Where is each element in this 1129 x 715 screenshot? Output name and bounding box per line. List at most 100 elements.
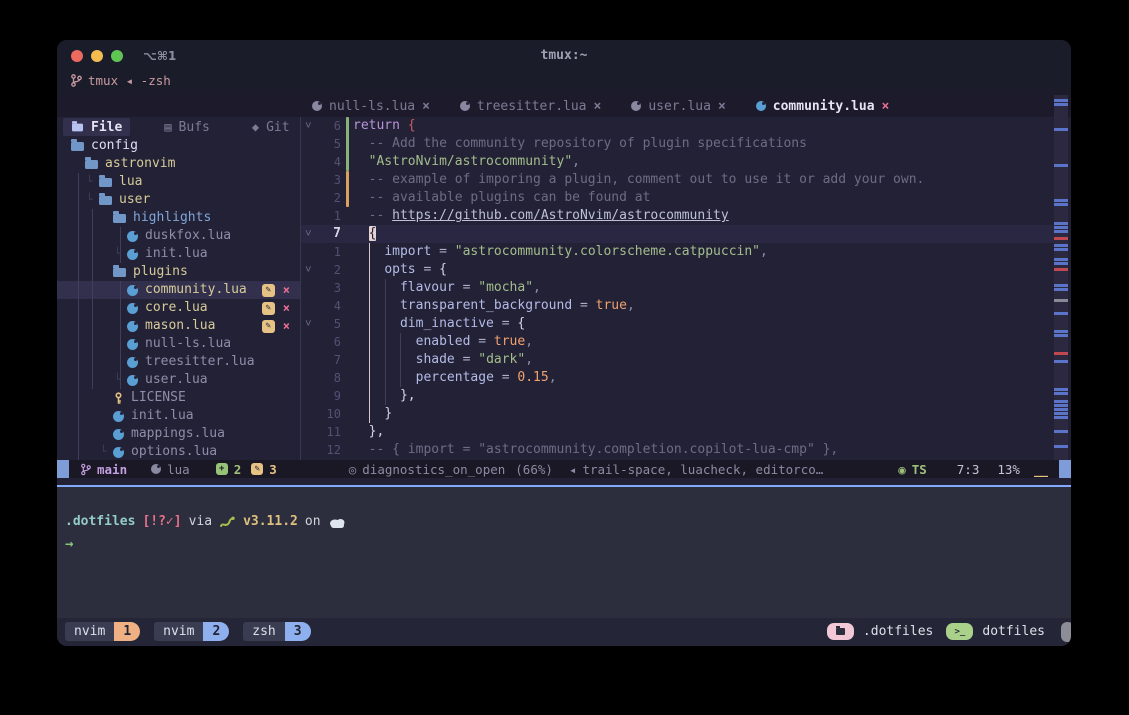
code-line[interactable]: 11 }, (301, 423, 1054, 441)
cursor-position: 7:3 (957, 462, 980, 477)
code-line[interactable]: ˅7 { (301, 225, 1054, 243)
shell-pane[interactable]: .dotfiles [!?✓] via v3.11.2 on → (57, 487, 1071, 618)
neotree-sidebar[interactable]: File ▤Bufs ◆Git configastronvim└lua└userhi… (57, 117, 301, 460)
diagnostics-widget: ◎ diagnostics_on_open (66%) (349, 462, 553, 477)
mode-indicator-left (57, 460, 69, 478)
code-line[interactable]: ˅2 opts = { (301, 261, 1054, 279)
tree-item-options.lua[interactable]: └options.lua (57, 443, 300, 461)
tree-item-core.lua[interactable]: core.lua✎× (57, 299, 300, 317)
code-text: { (353, 225, 376, 243)
tmux-window-nvim-2[interactable]: nvim2 (154, 622, 229, 641)
tmux-window-zsh-3[interactable]: zsh3 (243, 622, 310, 641)
tree-item-duskfox.lua[interactable]: duskfox.lua (57, 227, 300, 245)
tree-item-label: user.lua (145, 371, 208, 389)
close-buffer-icon[interactable]: × (882, 99, 890, 114)
tree-item-highlights[interactable]: highlights (57, 209, 300, 227)
code-line[interactable]: 12 -- { import = "astrocommunity.complet… (301, 441, 1054, 459)
lua-icon (127, 357, 138, 368)
close-buffer-icon[interactable]: × (594, 99, 602, 114)
buffer-tab-treesitter.lua[interactable]: treesitter.lua× (460, 99, 601, 114)
line-number: 12 (301, 441, 341, 459)
line-number: 1 (301, 243, 341, 261)
code-line[interactable]: 5 -- Add the community repository of plu… (301, 135, 1054, 153)
buffer-tab-null-ls.lua[interactable]: null-ls.lua× (312, 99, 430, 114)
tree-item-null-ls.lua[interactable]: null-ls.lua (57, 335, 300, 353)
code-text: -- { import = "astrocommunity.completion… (353, 441, 838, 459)
code-token: return (353, 118, 408, 133)
code-line[interactable]: 4 "AstroNvim/astrocommunity", (301, 153, 1054, 171)
tree-item-mappings.lua[interactable]: mappings.lua (57, 425, 300, 443)
mode-indicator-right (1059, 460, 1071, 478)
tree-item-label: lua (119, 173, 142, 191)
tree-item-LICENSE[interactable]: LICENSE (57, 389, 300, 407)
close-buffer-icon[interactable]: × (718, 99, 726, 114)
tree-item-lua[interactable]: └lua (57, 173, 300, 191)
code-line[interactable]: 6 enabled = true, (301, 333, 1054, 351)
buffer-tab-user.lua[interactable]: user.lua× (631, 99, 725, 114)
close-buffer-icon[interactable]: × (422, 99, 430, 114)
minimap-mark-blue (1054, 248, 1068, 251)
code-text: -- available plugins can be found at (353, 189, 650, 207)
lua-icon (127, 231, 138, 242)
minimap-mark-blue (1054, 222, 1068, 225)
tree-item-user.lua[interactable]: └user.lua (57, 371, 300, 389)
tree-item-label: plugins (133, 263, 188, 281)
code-line[interactable]: 10 } (301, 405, 1054, 423)
code-text: -- example of imporing a plugin, comment… (353, 171, 924, 189)
tree-item-astronvim[interactable]: astronvim (57, 155, 300, 173)
neotree-tab-git[interactable]: ◆Git (244, 118, 298, 136)
tree-item-init.lua[interactable]: init.lua (57, 407, 300, 425)
cloud-icon (328, 516, 347, 528)
scrollbar-minimap[interactable] (1054, 95, 1068, 460)
neotree-tab-bufs[interactable]: ▤Bufs (156, 118, 218, 136)
filetype-widget: lua (151, 462, 190, 477)
code-token (353, 424, 369, 439)
code-line[interactable]: 3 -- example of imporing a plugin, comme… (301, 171, 1054, 189)
tmux-window-name: nvim (65, 622, 114, 641)
code-line[interactable]: ˅5 dim_inactive = { (301, 315, 1054, 333)
tree-item-label: init.lua (131, 407, 194, 425)
git-diamond-icon: ◆ (252, 120, 259, 134)
lua-icon (127, 375, 138, 386)
tree-item-plugins[interactable]: plugins (57, 263, 300, 281)
code-line[interactable]: ˅6return { (301, 117, 1054, 135)
code-line[interactable]: 2 -- available plugins can be found at (301, 189, 1054, 207)
code-line[interactable]: 8 percentage = 0.15, (301, 369, 1054, 387)
line-number: 4 (301, 153, 341, 171)
code-text: }, (353, 423, 384, 441)
code-line[interactable]: 7 shade = "dark", (301, 351, 1054, 369)
buffer-tab-community.lua[interactable]: community.lua× (756, 99, 890, 114)
tree-item-user[interactable]: └user (57, 191, 300, 209)
code-token (353, 154, 369, 169)
code-token (353, 334, 416, 349)
neotree-tab-file[interactable]: File (63, 118, 130, 136)
tree-item-mason.lua[interactable]: mason.lua✎× (57, 317, 300, 335)
code-token: dim_inactive (400, 316, 494, 331)
code-line[interactable]: 9 }, (301, 387, 1054, 405)
code-token: import (384, 244, 431, 259)
minimap-mark-red (1054, 237, 1068, 240)
code-text: opts = { (353, 261, 447, 279)
minimap-mark-blue (1054, 408, 1068, 411)
code-line[interactable]: 1 -- https://github.com/AstroNvim/astroc… (301, 207, 1054, 225)
window-title: tmux:~ (57, 48, 1071, 63)
code-line[interactable]: 3 flavour = "mocha", (301, 279, 1054, 297)
terminal-session-tab[interactable]: tmux ◂ -zsh (71, 73, 171, 88)
git-branch-widget: main (81, 462, 127, 477)
editor-pane[interactable]: ˅6return {5 -- Add the community reposit… (301, 117, 1054, 460)
tree-item-config[interactable]: config (57, 137, 300, 155)
code-line[interactable]: 4 transparent_background = true, (301, 297, 1054, 315)
tree-item-treesitter.lua[interactable]: treesitter.lua (57, 353, 300, 371)
tree-item-community.lua[interactable]: community.lua✎× (57, 281, 300, 299)
code-text: transparent_background = true, (353, 297, 635, 315)
line-number: 9 (301, 387, 341, 405)
git-diff-widget: + 2 ✎ 3 (216, 462, 277, 477)
tree-item-init.lua[interactable]: └init.lua (57, 245, 300, 263)
directory-badge (827, 623, 854, 640)
lua-icon (113, 411, 124, 422)
tmux-window-nvim-1[interactable]: nvim1 (65, 622, 140, 641)
neotree-tab-label: Bufs (179, 120, 210, 135)
code-line[interactable]: 1 import = "astrocommunity.colorscheme.c… (301, 243, 1054, 261)
lua-icon (151, 464, 161, 474)
folder-icon (113, 268, 126, 277)
